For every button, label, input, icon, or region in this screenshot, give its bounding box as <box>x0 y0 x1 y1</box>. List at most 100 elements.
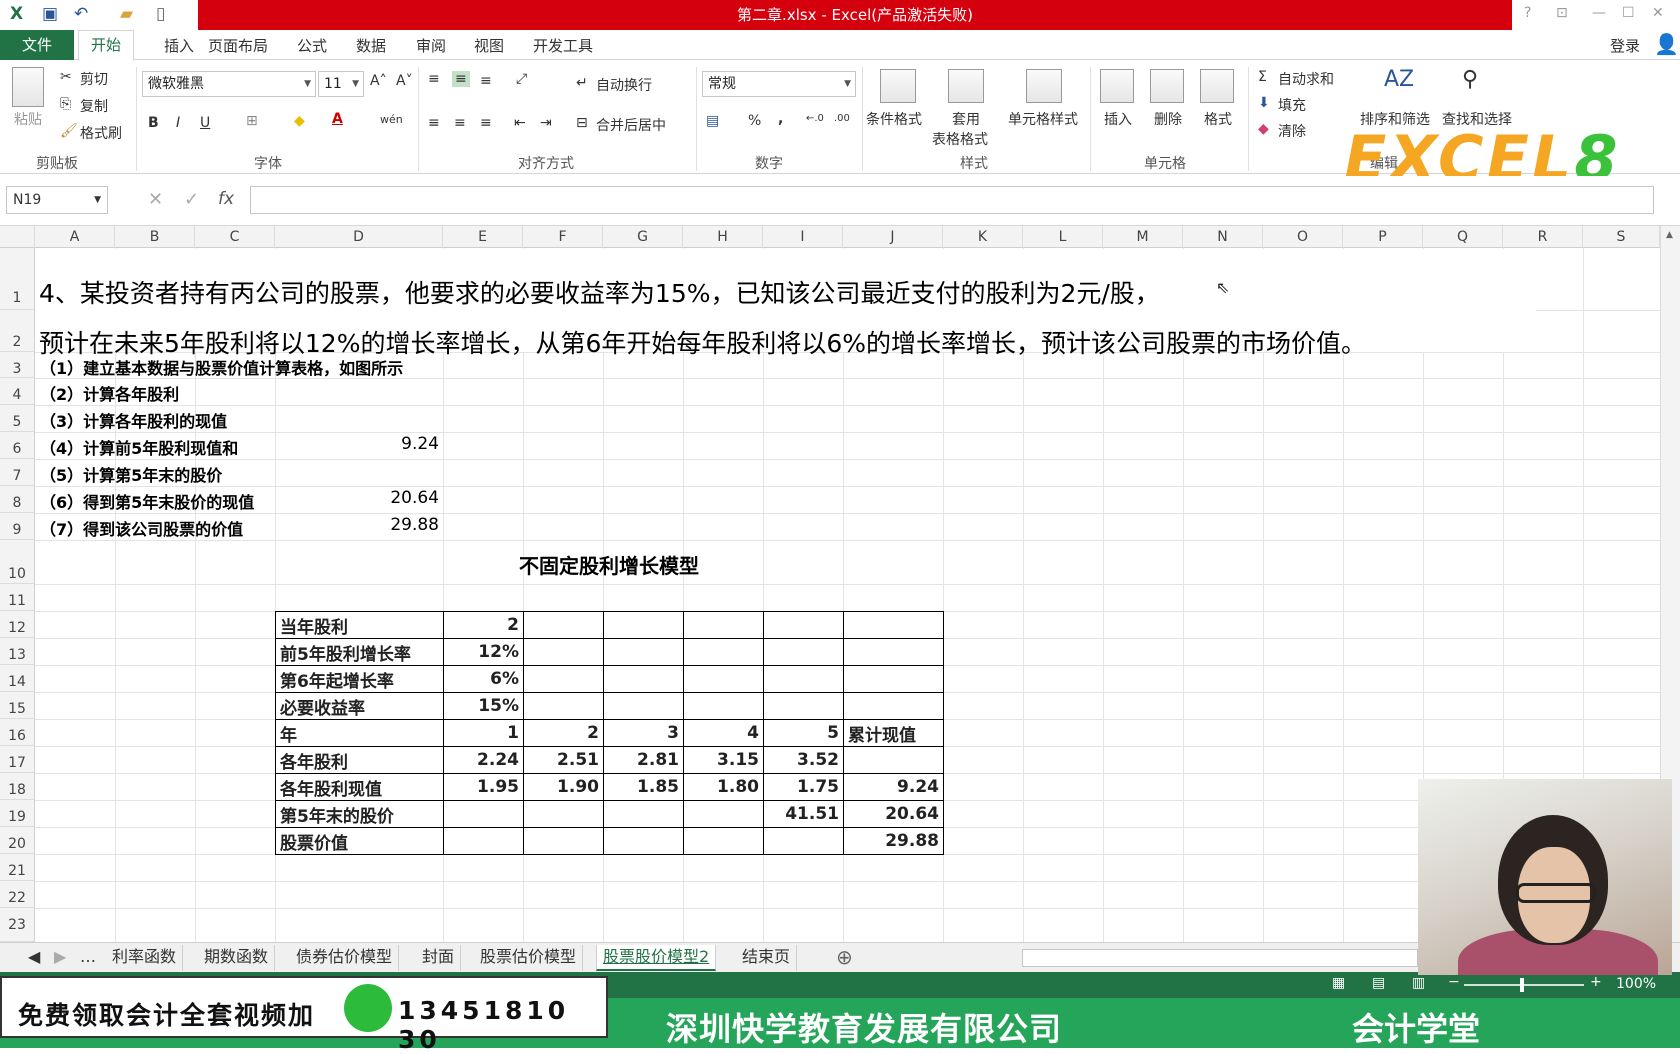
table-cell[interactable]: 3.15 <box>683 746 764 774</box>
sort-filter-icon[interactable]: AZ <box>1384 67 1414 92</box>
wrap-text-button[interactable]: 自动换行 <box>596 75 652 95</box>
table-cell[interactable] <box>763 692 844 720</box>
table-cell[interactable] <box>683 800 764 828</box>
insert-function-icon[interactable]: fx <box>218 189 234 209</box>
table-cell[interactable]: 1 <box>443 719 524 747</box>
cell-a7[interactable]: （5）计算第5年末的股价 <box>40 462 222 486</box>
table-cell[interactable] <box>443 800 524 828</box>
tab-data[interactable]: 数据 <box>356 35 386 56</box>
row-label[interactable]: 各年股利现值 <box>275 773 444 801</box>
table-cell[interactable]: 3 <box>603 719 684 747</box>
formula-input[interactable] <box>250 186 1654 214</box>
table-title[interactable]: 不固定股利增长模型 <box>275 550 943 579</box>
table-cell[interactable] <box>843 611 944 639</box>
row-header[interactable]: 1 <box>0 248 35 310</box>
insert-cells-button[interactable]: 插入 <box>1104 109 1132 129</box>
row-header[interactable]: 11 <box>0 584 35 611</box>
row-label[interactable]: 第6年起增长率 <box>275 665 444 693</box>
percent-button[interactable]: % <box>748 113 761 129</box>
sheet-tab[interactable]: 利率函数 <box>106 945 184 971</box>
cell-a3[interactable]: （1）建立基本数据与股票价值计算表格，如图所示 <box>40 355 403 379</box>
border-icon[interactable]: ⊞ <box>246 113 258 129</box>
table-cell[interactable]: 2 <box>523 719 604 747</box>
col-header[interactable]: N <box>1183 226 1263 248</box>
col-header[interactable]: S <box>1583 226 1660 248</box>
table-cell[interactable] <box>843 665 944 693</box>
col-header[interactable]: M <box>1103 226 1183 248</box>
cell-styles-button[interactable]: 单元格样式 <box>1008 109 1078 129</box>
more-tabs-icon[interactable]: … <box>74 945 102 971</box>
table-cell[interactable] <box>763 638 844 666</box>
table-cell[interactable] <box>843 638 944 666</box>
cell-d8[interactable]: 20.64 <box>275 488 439 508</box>
table-cell[interactable] <box>683 692 764 720</box>
col-header[interactable]: F <box>523 226 603 248</box>
cell-a9[interactable]: （7）得到该公司股票的价值 <box>40 516 243 540</box>
table-cell[interactable] <box>683 827 764 855</box>
table-cell[interactable]: 3.52 <box>763 746 844 774</box>
row-header[interactable]: 9 <box>0 513 35 540</box>
font-color-icon[interactable]: A <box>332 111 343 127</box>
table-cell[interactable]: 4 <box>683 719 764 747</box>
user-avatar-icon[interactable]: 👤 <box>1654 32 1679 56</box>
delete-cells-icon[interactable] <box>1150 69 1184 103</box>
number-format-select[interactable]: 常规 ▼ <box>702 71 856 97</box>
undo-icon[interactable]: ↶ <box>74 4 88 24</box>
increase-decimal-icon[interactable]: ←.0 <box>806 113 824 124</box>
row-header[interactable]: 8 <box>0 486 35 513</box>
format-cells-button[interactable]: 格式 <box>1204 109 1232 129</box>
col-header[interactable]: L <box>1023 226 1103 248</box>
tab-view[interactable]: 视图 <box>474 35 504 56</box>
cell-styles-icon[interactable] <box>1026 69 1062 103</box>
tab-insert[interactable]: 插入 <box>164 35 194 56</box>
col-header[interactable]: A <box>35 226 115 248</box>
phonetic-icon[interactable]: wén <box>380 113 403 126</box>
ribbon-display-icon[interactable]: ⊡ <box>1556 5 1568 21</box>
table-cell[interactable]: 1.75 <box>763 773 844 801</box>
row-header[interactable]: 2 <box>0 310 35 352</box>
page-break-view-icon[interactable]: ▥ <box>1412 975 1425 991</box>
table-cell[interactable] <box>443 827 524 855</box>
table-cell[interactable]: 累计现值 <box>843 719 944 747</box>
zoom-out-icon[interactable]: − <box>1448 974 1460 990</box>
format-cells-icon[interactable] <box>1200 69 1234 103</box>
row-header[interactable]: 7 <box>0 459 35 486</box>
font-size-select[interactable]: 11 ▼ <box>318 71 364 97</box>
enter-icon[interactable]: ✓ <box>184 189 199 210</box>
cell-a8[interactable]: （6）得到第5年末股价的现值 <box>40 489 254 513</box>
cut-button[interactable]: 剪切 <box>80 69 108 89</box>
sign-in-link[interactable]: 登录 <box>1610 35 1640 56</box>
horizontal-scrollbar[interactable] <box>1022 949 1418 967</box>
table-cell[interactable] <box>523 638 604 666</box>
cut-icon[interactable]: ✂ <box>60 69 72 85</box>
row-label[interactable]: 各年股利 <box>275 746 444 774</box>
table-cell[interactable] <box>763 611 844 639</box>
sheet-tab-active[interactable]: 股票股价模型2 <box>596 945 717 971</box>
row-header[interactable]: 21 <box>0 854 35 881</box>
row-label[interactable]: 年 <box>275 719 444 747</box>
paste-button[interactable]: 粘贴 <box>14 109 42 129</box>
col-header[interactable]: E <box>443 226 523 248</box>
row-label[interactable]: 前5年股利增长率 <box>275 638 444 666</box>
row-header[interactable]: 10 <box>0 540 35 584</box>
cell-d6[interactable]: 9.24 <box>275 434 439 454</box>
table-cell[interactable] <box>603 692 684 720</box>
normal-view-icon[interactable]: ▦ <box>1332 975 1345 991</box>
row-header[interactable]: 16 <box>0 719 35 746</box>
col-header[interactable]: H <box>683 226 763 248</box>
fill-button[interactable]: 填充 <box>1278 95 1306 115</box>
table-cell[interactable] <box>603 827 684 855</box>
align-top-icon[interactable]: ≡ <box>428 71 440 87</box>
format-painter-icon[interactable]: 🖌 <box>60 123 78 139</box>
italic-button[interactable]: I <box>176 115 180 131</box>
row-header[interactable]: 20 <box>0 827 35 854</box>
table-cell[interactable] <box>843 692 944 720</box>
row-header[interactable]: 14 <box>0 665 35 692</box>
grow-font-icon[interactable]: A˄ <box>370 73 387 89</box>
row-header[interactable]: 17 <box>0 746 35 773</box>
open-folder-icon[interactable]: ▰ <box>120 4 133 24</box>
table-cell[interactable] <box>763 665 844 693</box>
table-cell[interactable] <box>763 827 844 855</box>
underline-button[interactable]: U <box>200 115 210 131</box>
table-cell[interactable]: 12% <box>443 638 524 666</box>
